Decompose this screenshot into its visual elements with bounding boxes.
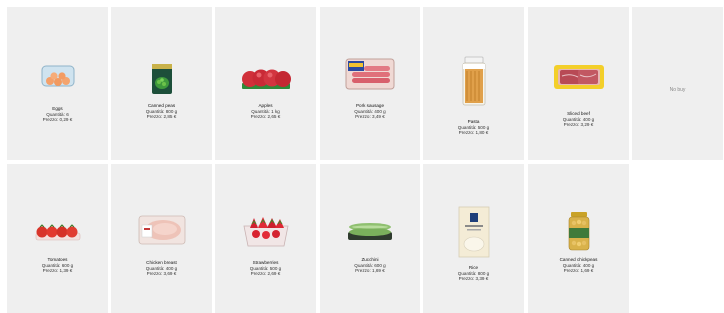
price-label: Prezzo:	[563, 268, 580, 274]
quantity-label: Quantità:	[457, 270, 477, 276]
product-price: 3,29 €	[580, 122, 594, 128]
product-card-tomatoes[interactable]: Tomatoes Quantità: 600 g Prezzo: 1,39 €	[7, 164, 108, 313]
product-card-canned-peas[interactable]: Canned peas Quantità: 800 g Prezzo: 2,85…	[111, 7, 212, 160]
price-label: Prezzo:	[355, 268, 371, 274]
product-quantity: 800 g	[165, 108, 178, 114]
price-label: Prezzo:	[146, 114, 163, 120]
product-info: Chicken breast Quantità: 400 g Prezzo: 3…	[111, 260, 212, 277]
quantity-label: Quantità:	[145, 265, 165, 271]
price-label: Prezzo:	[42, 117, 59, 123]
product-quantity: 500 g	[269, 265, 282, 271]
product-quantity: 400 g	[582, 262, 595, 268]
quantity-label: Quantità:	[46, 111, 65, 117]
product-card-zucchini[interactable]: Zucchini Quantità: 600 g Prezzo: 1,69 €	[320, 164, 420, 313]
eggs-carton-icon	[7, 57, 108, 97]
product-info: Apples Quantità: 1 kg Prezzo: 2,65 €	[215, 103, 316, 120]
price-label: Prezzo:	[146, 271, 163, 277]
product-quantity: 600 g	[61, 262, 74, 268]
product-card-strawberries[interactable]: Strawberries Quantità: 500 g Prezzo: 2,6…	[215, 164, 316, 313]
product-price: 2,69 €	[267, 271, 281, 277]
product-price: 3,69 €	[163, 271, 177, 277]
product-price: 1,69 €	[580, 268, 594, 274]
no-buy-card[interactable]: No buy	[632, 7, 723, 160]
product-price: 1,80 €	[475, 130, 489, 136]
product-info: Canned peas Quantità: 800 g Prezzo: 2,85…	[111, 103, 212, 120]
product-quantity: 6	[66, 111, 69, 117]
product-grid: Eggs Quantità: 6 Prezzo: 0,29 € Canned p…	[0, 0, 724, 313]
price-label: Prezzo:	[42, 268, 59, 274]
sliced-beef-icon	[528, 57, 629, 97]
quantity-label: Quantità:	[457, 124, 477, 130]
tomatoes-icon	[7, 217, 108, 247]
quantity-label: Quantità:	[354, 108, 373, 114]
price-label: Prezzo:	[458, 276, 475, 282]
quantity-label: Quantità:	[354, 262, 373, 268]
product-quantity: 400 g	[165, 265, 178, 271]
quantity-label: Quantità:	[41, 262, 61, 268]
product-card-canned-chickpeas[interactable]: Canned chickpeas Quantità: 400 g Prezzo:…	[528, 164, 629, 313]
price-label: Prezzo:	[250, 114, 267, 120]
product-quantity: 500 g	[477, 124, 490, 130]
product-card-pasta[interactable]: Pasta Quantità: 500 g Prezzo: 1,80 €	[423, 7, 524, 160]
quantity-label: Quantità:	[145, 108, 165, 114]
strawberries-icon	[215, 212, 316, 252]
product-price: 3,39 €	[475, 276, 489, 282]
quantity-label: Quantità:	[562, 262, 582, 268]
product-info: Pork sausage Quantità: 400 g Prezzo: 3,4…	[320, 103, 420, 120]
product-info: Zucchini Quantità: 600 g Prezzo: 1,69 €	[320, 257, 420, 274]
product-info: Tomatoes Quantità: 600 g Prezzo: 1,39 €	[7, 257, 108, 274]
product-quantity: 1 kg	[271, 108, 280, 114]
product-card-apples[interactable]: Apples Quantità: 1 kg Prezzo: 2,65 €	[215, 7, 316, 160]
no-buy-label: No buy	[669, 87, 686, 93]
product-price: 3,49 €	[372, 114, 385, 120]
quantity-label: Quantità:	[251, 108, 270, 114]
product-price: 2,65 €	[267, 114, 281, 120]
pork-sausage-icon	[320, 54, 420, 94]
product-card-sliced-beef[interactable]: Sliced beef Quantità: 400 g Prezzo: 3,29…	[528, 7, 629, 160]
product-info: Eggs Quantità: 6 Prezzo: 0,29 €	[7, 106, 108, 123]
product-price: 1,39 €	[59, 268, 73, 274]
rice-box-icon	[423, 204, 524, 260]
product-card-pork-sausage[interactable]: Pork sausage Quantità: 400 g Prezzo: 3,4…	[320, 7, 420, 160]
product-quantity: 400 g	[582, 116, 595, 122]
canned-peas-icon	[111, 59, 212, 99]
product-info: Rice Quantità: 800 g Prezzo: 3,39 €	[423, 265, 524, 282]
price-label: Prezzo:	[250, 271, 267, 277]
product-card-rice[interactable]: Rice Quantità: 800 g Prezzo: 3,39 €	[423, 164, 524, 313]
product-info: Canned chickpeas Quantità: 400 g Prezzo:…	[528, 257, 629, 274]
product-info: Strawberries Quantità: 500 g Prezzo: 2,6…	[215, 260, 316, 277]
canned-chickpeas-icon	[528, 208, 629, 254]
product-info: Sliced beef Quantità: 400 g Prezzo: 3,29…	[528, 111, 629, 128]
product-quantity: 600 g	[374, 262, 386, 268]
price-label: Prezzo:	[355, 114, 371, 120]
apples-icon	[215, 61, 316, 97]
chicken-breast-icon	[111, 210, 212, 250]
product-quantity: 400 g	[374, 108, 386, 114]
product-price: 0,29 €	[59, 117, 73, 123]
product-price: 2,85 €	[163, 114, 177, 120]
zucchini-icon	[320, 216, 420, 246]
price-label: Prezzo:	[563, 122, 580, 128]
quantity-label: Quantità:	[249, 265, 269, 271]
product-price: 1,69 €	[372, 268, 385, 274]
product-card-eggs[interactable]: Eggs Quantità: 6 Prezzo: 0,29 €	[7, 7, 108, 160]
product-quantity: 800 g	[477, 270, 490, 276]
pasta-jar-icon	[423, 51, 524, 111]
product-card-chicken-breast[interactable]: Chicken breast Quantità: 400 g Prezzo: 3…	[111, 164, 212, 313]
product-info: Pasta Quantità: 500 g Prezzo: 1,80 €	[423, 119, 524, 136]
price-label: Prezzo:	[458, 130, 475, 136]
quantity-label: Quantità:	[562, 116, 582, 122]
